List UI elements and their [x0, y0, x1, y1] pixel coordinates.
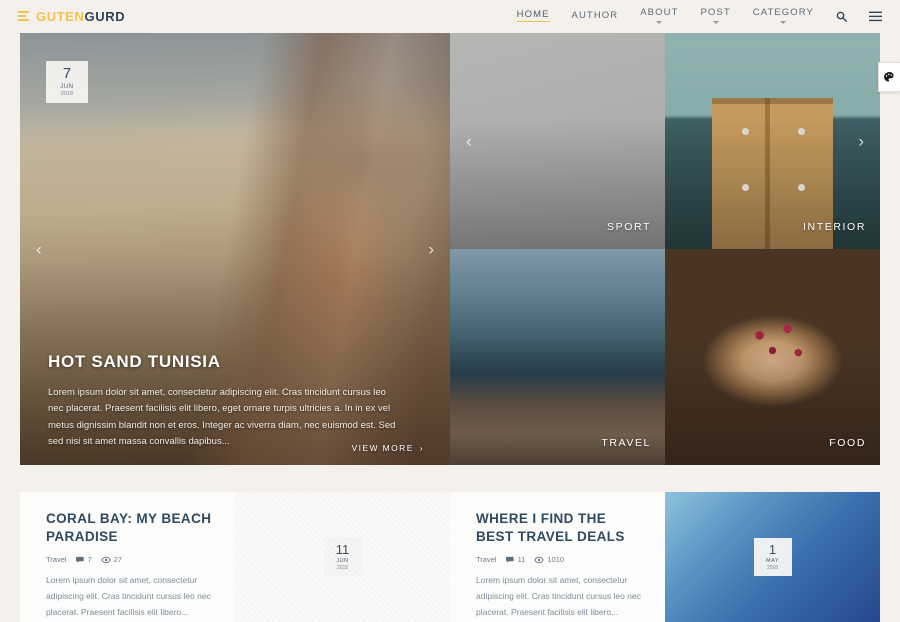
- nav-item-about-label: ABOUT: [640, 7, 679, 18]
- tile-overlay: [665, 33, 880, 249]
- nav-item-home-label: HOME: [516, 9, 550, 22]
- comment-icon: [75, 556, 84, 563]
- post-excerpt: Lorem ipsum dolor sit amet, consectetur …: [46, 575, 211, 617]
- tile-overlay: [450, 33, 665, 249]
- post-view-count: 1010: [547, 555, 565, 565]
- hero-featured-post[interactable]: 7 JUN 2018 HOT SAND TUNISIA Lorem ipsum …: [20, 33, 450, 465]
- post-comments: 11: [505, 555, 526, 565]
- tile-prev-arrow[interactable]: ‹: [466, 133, 472, 150]
- hero-tile-interior-category: INTERIOR: [803, 221, 866, 233]
- post-title: WHERE I FIND THE BEST TRAVEL DEALS: [476, 511, 625, 545]
- hero-tile-travel[interactable]: TRAVEL: [450, 249, 665, 465]
- post-comment-count: 11: [517, 555, 526, 565]
- hero-tile-sport[interactable]: SPORT ‹: [450, 33, 665, 249]
- brand-name-part2: GURD: [84, 8, 126, 24]
- chevron-down-icon: [712, 21, 719, 24]
- post-view-count: 27: [113, 555, 123, 565]
- tile-overlay: [665, 249, 880, 465]
- hero-date-year: 2018: [60, 91, 74, 98]
- hero-text-block: HOT SAND TUNISIA Lorem ipsum dolor sit a…: [48, 352, 400, 452]
- post-thumbnail-travel-deals[interactable]: 1 MAY 2018: [665, 492, 880, 622]
- nav-item-author-label: AUTHOR: [571, 10, 619, 21]
- nav-item-post[interactable]: POST: [700, 7, 730, 25]
- post-card-coral-bay[interactable]: CORAL BAY: MY BEACH PARADISE Travel 7 27…: [20, 492, 235, 622]
- post-date-badge: 1 MAY 2018: [753, 538, 792, 576]
- theme-palette-button[interactable]: [878, 62, 900, 92]
- post-category[interactable]: Travel: [476, 555, 497, 564]
- post-date-year: 2018: [766, 565, 779, 572]
- nav-item-category[interactable]: CATEGORY: [753, 7, 814, 25]
- nav-item-home[interactable]: HOME: [516, 9, 550, 23]
- post-category[interactable]: Travel: [46, 555, 67, 564]
- hero-tile-interior[interactable]: INTERIOR ›: [665, 33, 880, 249]
- brand-name: GUTENGURD: [36, 9, 125, 24]
- search-icon[interactable]: [836, 11, 847, 22]
- nav-item-about[interactable]: ABOUT: [640, 7, 678, 25]
- hero-next-arrow[interactable]: ›: [428, 241, 434, 258]
- post-date-day: 1: [768, 541, 777, 557]
- nav-item-category-label: CATEGORY: [752, 7, 814, 18]
- eye-icon: [100, 556, 111, 564]
- chevron-down-icon: [780, 21, 787, 24]
- post-date-month: JUN: [336, 557, 349, 564]
- hero-tile-food[interactable]: FOOD: [665, 249, 880, 465]
- hero-tile-food-category: FOOD: [829, 437, 866, 449]
- post-meta: Travel 7 27: [46, 555, 215, 564]
- post-comment-count: 7: [87, 555, 92, 565]
- hero-date-day: 7: [62, 65, 72, 83]
- post-title: CORAL BAY: MY BEACH PARADISE: [46, 511, 212, 545]
- comment-icon: [505, 556, 514, 563]
- post-list: CORAL BAY: MY BEACH PARADISE Travel 7 27…: [20, 492, 880, 622]
- hero-excerpt: Lorem ipsum dolor sit amet, consectetur …: [48, 386, 396, 448]
- chevron-down-icon: [656, 21, 663, 24]
- arrow-right-icon: ›: [419, 443, 424, 453]
- brand-name-part1: GUTEN: [36, 8, 85, 24]
- hero-tile-travel-category: TRAVEL: [601, 437, 651, 449]
- post-excerpt: Lorem ipsum dolor sit amet, consectetur …: [476, 575, 641, 617]
- tile-overlay: [450, 249, 665, 465]
- main-navigation: HOME AUTHOR ABOUT POST CATEGORY: [516, 0, 882, 32]
- post-date-day: 11: [335, 541, 350, 557]
- post-card-travel-deals[interactable]: WHERE I FIND THE BEST TRAVEL DEALS Trave…: [450, 492, 665, 622]
- site-header: GUTENGURD HOME AUTHOR ABOUT POST CATEGOR…: [0, 0, 900, 32]
- post-date-year: 2018: [336, 565, 349, 572]
- post-comments: 7: [75, 555, 92, 565]
- hero-prev-arrow[interactable]: ‹: [36, 241, 42, 258]
- logo-burger-icon: [18, 11, 29, 21]
- hero-date-month: JUN: [60, 84, 74, 91]
- eye-icon: [534, 556, 545, 564]
- site-logo[interactable]: GUTENGURD: [18, 9, 125, 24]
- hamburger-menu-icon[interactable]: [869, 11, 882, 22]
- post-views: 1010: [534, 555, 564, 564]
- hero-tile-sport-category: SPORT: [607, 221, 651, 233]
- hero-slider: 7 JUN 2018 HOT SAND TUNISIA Lorem ipsum …: [20, 33, 880, 465]
- post-views: 27: [100, 555, 123, 565]
- post-thumbnail-coral-bay[interactable]: 11 JUN 2018: [235, 492, 450, 622]
- hero-tile-grid: SPORT ‹ INTERIOR › TRAVEL FOOD: [450, 33, 880, 465]
- hero-title: HOT SAND TUNISIA: [48, 351, 221, 371]
- nav-item-post-label: POST: [700, 7, 731, 18]
- post-date-badge: 11 JUN 2018: [323, 538, 362, 576]
- nav-item-author[interactable]: AUTHOR: [572, 10, 619, 22]
- post-meta: Travel 11 1010: [476, 555, 645, 564]
- post-date-month: MAY: [765, 557, 779, 564]
- palette-icon: [884, 71, 894, 82]
- hero-date-badge: 7 JUN 2018: [46, 61, 88, 103]
- tile-next-arrow[interactable]: ›: [858, 133, 864, 150]
